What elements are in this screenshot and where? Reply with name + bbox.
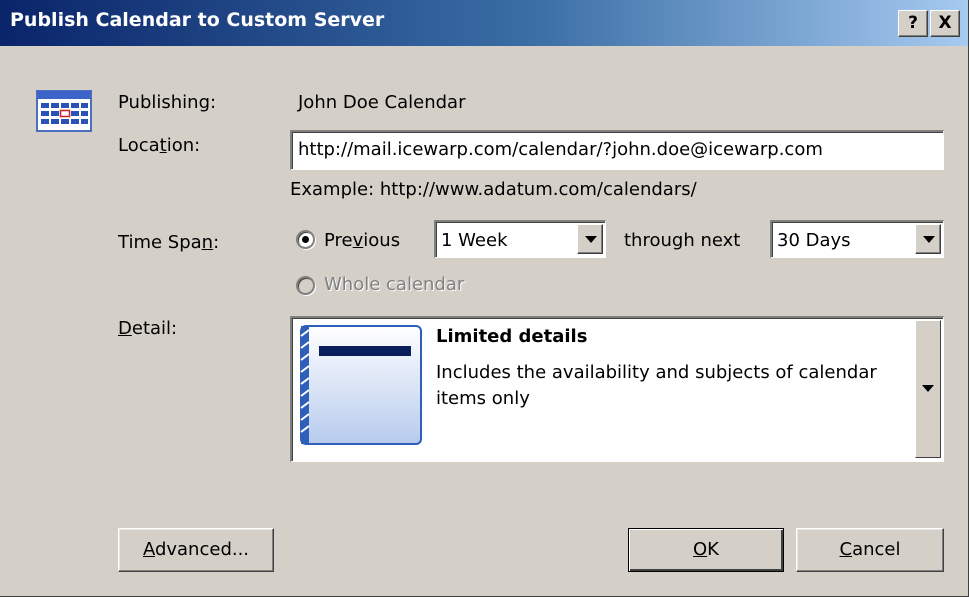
- location-label: Location:: [118, 135, 201, 156]
- time-span-label: Time Span:: [118, 232, 220, 253]
- through-next-select[interactable]: 30 Days: [770, 220, 944, 258]
- whole-calendar-label: Whole calendar: [324, 274, 465, 295]
- title-bar[interactable]: Publish Calendar to Custom Server ? X: [0, 0, 968, 46]
- window-title: Publish Calendar to Custom Server: [10, 9, 385, 31]
- publishing-value: John Doe Calendar: [298, 92, 466, 113]
- publishing-label: Publishing:: [118, 92, 217, 113]
- detail-option-title: Limited details: [436, 326, 588, 347]
- location-input[interactable]: http://mail.icewarp.com/calendar/?john.d…: [290, 130, 944, 170]
- location-example: Example: http://www.adatum.com/calendars…: [290, 179, 697, 200]
- whole-calendar-radio[interactable]: [296, 276, 315, 295]
- cancel-button[interactable]: Cancel: [796, 528, 944, 572]
- calendar-icon: [36, 89, 92, 133]
- previous-radio-label: Previous: [324, 230, 401, 251]
- previous-period-select[interactable]: 1 Week: [434, 220, 606, 258]
- dropdown-arrow-icon[interactable]: [915, 224, 941, 254]
- dropdown-arrow-icon[interactable]: [577, 224, 603, 254]
- detail-select[interactable]: Limited details Includes the availabilit…: [290, 316, 944, 462]
- through-next-value: 30 Days: [777, 230, 851, 251]
- location-value: http://mail.icewarp.com/calendar/?john.d…: [298, 139, 823, 160]
- previous-radio[interactable]: [296, 230, 315, 249]
- publish-calendar-dialog: Publish Calendar to Custom Server ? X Pu…: [0, 0, 969, 597]
- close-button[interactable]: X: [930, 10, 960, 37]
- ok-button[interactable]: OK: [628, 528, 784, 572]
- previous-period-value: 1 Week: [441, 230, 508, 251]
- detail-option-description: Includes the availability and subjects o…: [436, 362, 877, 409]
- through-next-label: through next: [624, 230, 741, 251]
- calendar-page-icon: [298, 324, 424, 448]
- help-button[interactable]: ?: [898, 10, 928, 37]
- dropdown-arrow-icon[interactable]: [915, 320, 941, 458]
- advanced-button[interactable]: Advanced...: [118, 528, 274, 572]
- detail-label: Detail:: [118, 318, 178, 339]
